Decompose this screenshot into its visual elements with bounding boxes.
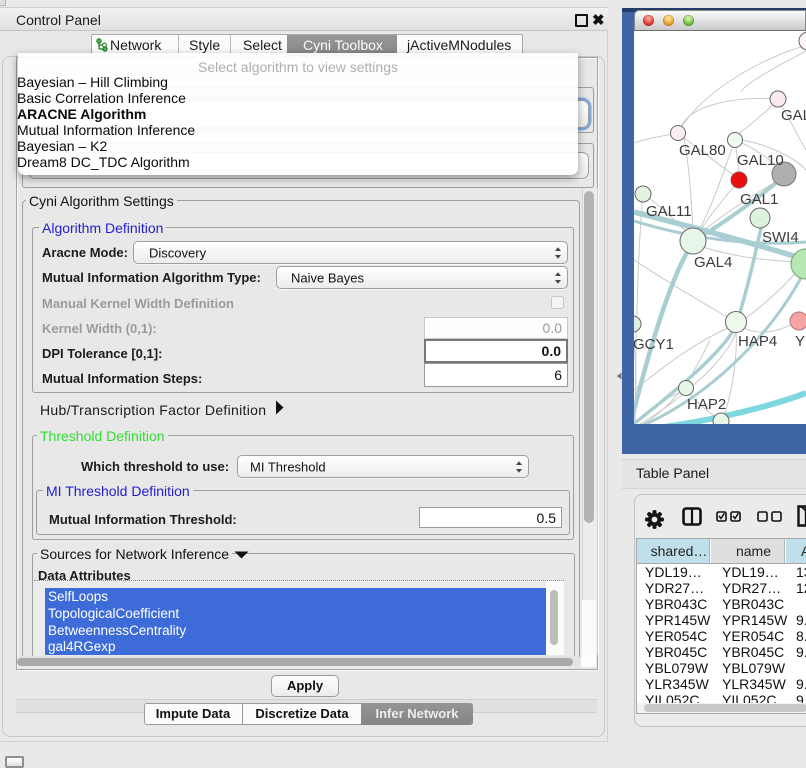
svg-text:HAP2: HAP2 [687, 396, 726, 413]
svg-text:SWI4: SWI4 [762, 229, 799, 246]
svg-text:GAL8: GAL8 [781, 107, 806, 124]
svg-text:GCY1: GCY1 [634, 336, 674, 353]
svg-text:GAL4: GAL4 [694, 254, 732, 271]
svg-text:GAL1: GAL1 [740, 191, 778, 208]
svg-text:GAL11: GAL11 [646, 203, 692, 220]
svg-text:Y: Y [795, 333, 805, 350]
svg-text:GAL80: GAL80 [679, 142, 726, 159]
svg-text:HAP4: HAP4 [738, 333, 777, 350]
svg-text:GAL10: GAL10 [737, 152, 784, 169]
